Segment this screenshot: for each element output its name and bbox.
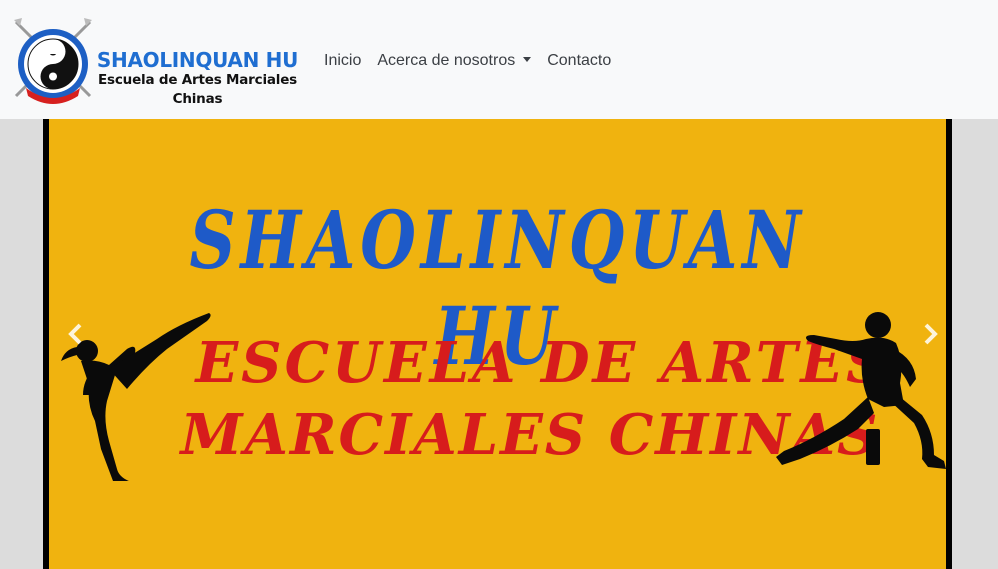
nav-link-acerca-label: Acerca de nosotros <box>377 52 516 69</box>
yin-yang-logo-icon[interactable] <box>12 16 94 104</box>
brand-subtitle-line2: Chinas <box>172 91 223 107</box>
hero-carousel: SHAOLINQUAN HU ESCUELA DE ARTES MARCIALE… <box>43 119 952 569</box>
brand[interactable]: SHAOLINQUAN HU Escuela de Artes Marciale… <box>95 49 300 109</box>
brand-subtitle-line1: Escuela de Artes Marciales <box>98 72 297 88</box>
chevron-left-icon[interactable] <box>61 319 91 349</box>
brand-title: SHAOLINQUAN HU <box>96 48 299 72</box>
carousel-slide: SHAOLINQUAN HU ESCUELA DE ARTES MARCIALE… <box>49 119 946 569</box>
navbar: SHAOLINQUAN HU Escuela de Artes Marciale… <box>0 0 998 119</box>
nav-link-acerca[interactable]: Acerca de nosotros <box>377 50 532 72</box>
chevron-right-icon[interactable] <box>915 319 945 349</box>
main-nav: Inicio Acerca de nosotros Contacto <box>324 50 627 72</box>
caret-down-icon <box>523 57 532 62</box>
nav-link-inicio[interactable]: Inicio <box>324 50 361 72</box>
nav-link-contacto[interactable]: Contacto <box>547 50 611 72</box>
